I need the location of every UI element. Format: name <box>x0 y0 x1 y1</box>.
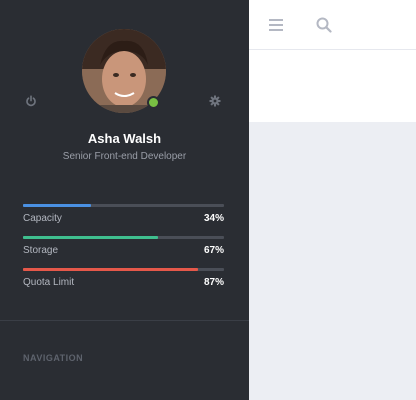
stat-value: 67% <box>203 245 224 256</box>
stat-capacity: Capacity 34% <box>23 204 224 224</box>
sidebar-divider <box>0 320 249 321</box>
stat-label: Capacity <box>23 213 62 224</box>
avatar[interactable] <box>82 29 166 113</box>
navigation-heading: NAVIGATION <box>23 353 84 363</box>
progress-fill <box>23 204 92 207</box>
progress-track <box>23 268 224 271</box>
progress-fill <box>23 268 198 271</box>
progress-track <box>23 204 224 207</box>
user-title: Senior Front-end Developer <box>62 151 187 162</box>
online-status-indicator <box>147 96 160 109</box>
search-icon[interactable] <box>313 14 335 36</box>
stat-value: 87% <box>203 277 224 288</box>
stat-label: Storage <box>23 245 59 256</box>
user-name: Asha Walsh <box>87 131 162 146</box>
top-bar <box>249 0 416 50</box>
power-icon[interactable] <box>24 94 38 108</box>
sidebar: Asha Walsh Senior Front-end Developer Ca… <box>0 0 249 400</box>
stat-label: Quota Limit <box>23 277 75 288</box>
stat-quota-limit: Quota Limit 87% <box>23 268 224 288</box>
stat-value: 34% <box>203 213 224 224</box>
progress-track <box>23 236 224 239</box>
progress-fill <box>23 236 158 239</box>
gear-icon[interactable] <box>208 94 222 108</box>
stat-storage: Storage 67% <box>23 236 224 256</box>
hamburger-icon[interactable] <box>265 14 287 36</box>
